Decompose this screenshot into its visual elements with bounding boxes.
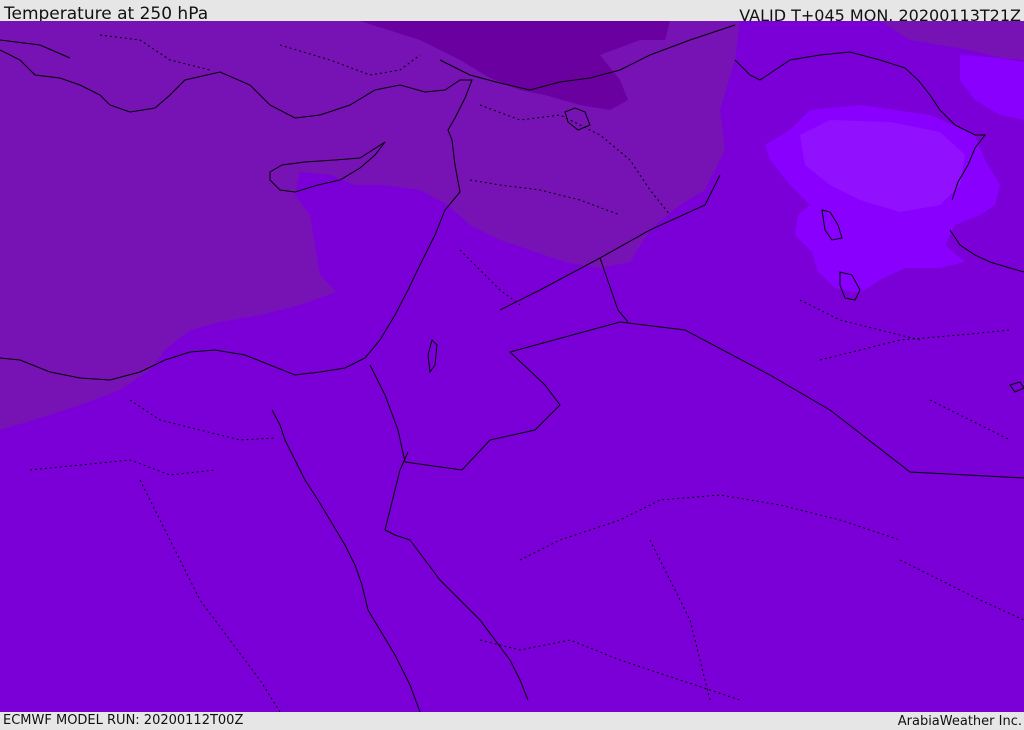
model-run-label: ECMWF MODEL RUN: 20200112T00Z [3, 713, 244, 728]
footer-bar: ECMWF MODEL RUN: 20200112T00Z ArabiaWeat… [0, 712, 1024, 729]
temperature-map [0, 21, 1024, 712]
credit-label: ArabiaWeather Inc. [897, 714, 1022, 729]
header-bar: Temperature at 250 hPa VALID T+045 MON. … [0, 0, 1024, 25]
